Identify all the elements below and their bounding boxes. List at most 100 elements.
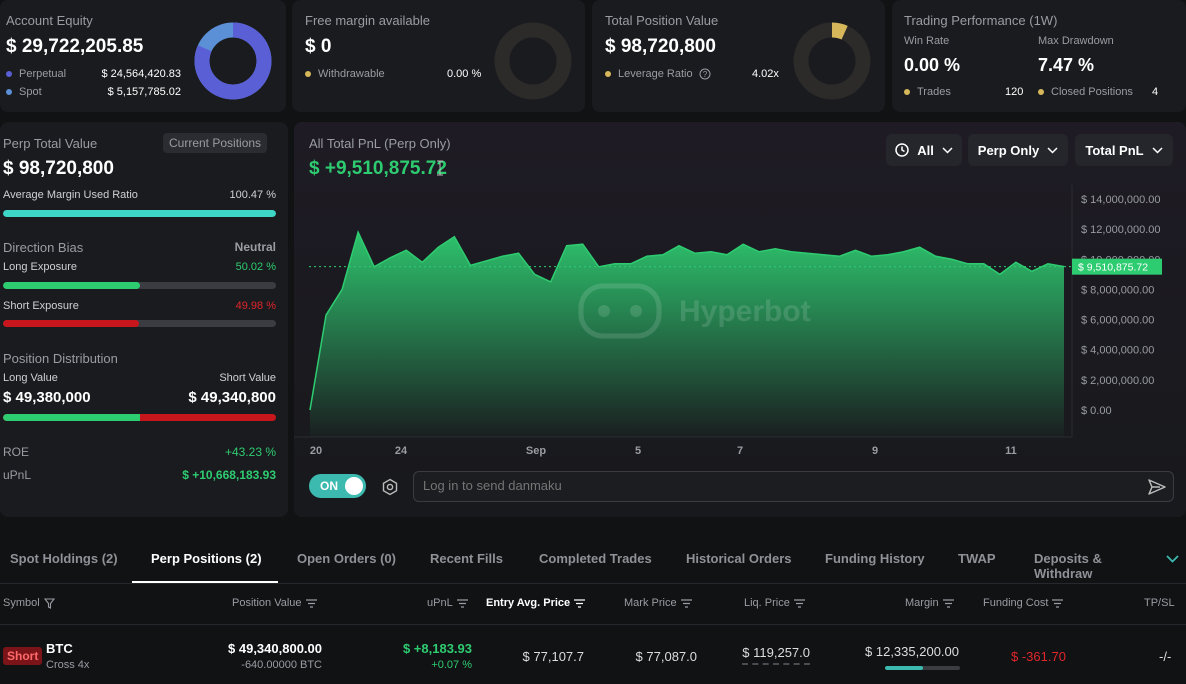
tab-recent-fills[interactable]: Recent Fills — [430, 551, 503, 566]
x-tick-label: 24 — [395, 445, 408, 457]
table-row[interactable]: Short BTC Cross 4x $ 49,340,800.00 -640.… — [0, 626, 1186, 684]
long-exposure-label: Long Exposure — [3, 261, 77, 273]
closed-dot — [1038, 89, 1044, 96]
y-tick-label: $ 8,000,000.00 — [1081, 284, 1154, 296]
col-liq-price-label: Liq. Price — [744, 597, 790, 609]
scope-filter-label: Perp Only — [977, 142, 1040, 158]
row-entry-price: $ 77,107.7 — [522, 649, 584, 664]
avg-margin-bar — [3, 210, 276, 217]
time-filter-label: All — [917, 142, 934, 158]
col-funding-cost[interactable]: Funding Cost — [983, 597, 1064, 609]
y-tick-label: $ 4,000,000.00 — [1081, 345, 1154, 357]
spot-label: Spot — [19, 86, 42, 98]
spot-dot — [6, 89, 12, 96]
upnl-label: uPnL — [3, 468, 32, 482]
tabs-divider — [0, 583, 1186, 584]
distribution-bar — [3, 414, 276, 421]
col-tpsl: TP/SL — [1144, 597, 1175, 609]
tab-historical-orders[interactable]: Historical Orders — [686, 551, 792, 566]
row-position-size: -640.00000 BTC — [241, 659, 322, 671]
pnl-value: $ +9,510,875.72 — [309, 158, 447, 179]
metric-filter-dropdown[interactable]: Total PnL — [1075, 134, 1173, 166]
tab-deposits-withdraw[interactable]: Deposits & Withdraw — [1034, 551, 1154, 581]
perp-value: $ 24,564,420.83 — [101, 68, 181, 80]
danmaku-input-field[interactable] — [423, 478, 1123, 493]
col-entry-price[interactable]: Entry Avg. Price — [486, 597, 586, 609]
row-mode: Cross 4x — [46, 659, 90, 671]
avg-margin-value: 100.47 % — [229, 189, 276, 201]
col-symbol-label: Symbol — [3, 597, 40, 609]
sort-icon — [793, 598, 805, 608]
roe-value: +43.23 % — [224, 445, 276, 459]
tab-open-orders[interactable]: Open Orders (0) — [297, 551, 396, 566]
chevron-down-icon — [1152, 146, 1163, 154]
col-liq-price[interactable]: Liq. Price — [744, 597, 805, 609]
tabs-more-chevron-icon[interactable] — [1166, 555, 1179, 563]
leverage-value: 4.02x — [752, 68, 779, 80]
free-margin-donut — [494, 22, 572, 100]
col-margin-label: Margin — [905, 597, 939, 609]
short-exposure-value: 49.98 % — [235, 300, 276, 312]
y-tick-label: $ 2,000,000.00 — [1081, 375, 1154, 387]
toggle-knob — [345, 477, 363, 495]
row-symbol[interactable]: BTC — [46, 641, 73, 656]
row-margin: $ 12,335,200.00 — [865, 644, 959, 659]
scope-filter-dropdown[interactable]: Perp Only — [968, 134, 1068, 166]
upnl-value: $ +10,668,183.93 — [182, 468, 276, 482]
col-position-value-label: Position Value — [232, 597, 302, 609]
col-mark-price[interactable]: Mark Price — [624, 597, 692, 609]
row-position-value: $ 49,340,800.00 — [228, 641, 322, 656]
equity-card: Account Equity $ 29,722,205.85 Perpetual… — [0, 0, 286, 112]
closed-legend: Closed Positions — [1038, 86, 1133, 98]
time-filter-dropdown[interactable]: All — [886, 134, 962, 166]
current-positions-button[interactable]: Current Positions — [163, 133, 268, 153]
sort-icon — [456, 598, 468, 608]
row-tpsl[interactable]: -/- — [1159, 649, 1171, 664]
x-tick-label: 7 — [737, 445, 743, 457]
perp-total-value: $ 98,720,800 — [3, 158, 114, 179]
settings-icon[interactable] — [381, 478, 399, 496]
y-tick-label: $ 12,000,000.00 — [1081, 224, 1161, 236]
tab-completed-trades[interactable]: Completed Trades — [539, 551, 652, 566]
x-tick-label: 5 — [635, 445, 641, 457]
watermark-text: Hyperbot — [679, 295, 811, 328]
danmaku-toggle[interactable]: ON — [309, 474, 366, 498]
sort-icon — [574, 598, 586, 608]
metric-filter-label: Total PnL — [1085, 142, 1144, 158]
perp-dot — [6, 71, 12, 78]
col-symbol[interactable]: Symbol — [3, 597, 55, 609]
withdrawable-value: 0.00 % — [447, 68, 482, 80]
position-distribution-label: Position Distribution — [3, 351, 118, 366]
text-cursor-icon — [437, 160, 443, 176]
row-mark-price: $ 77,087.0 — [635, 649, 697, 664]
x-tick-label: 11 — [1005, 445, 1017, 457]
tab-twap[interactable]: TWAP — [958, 551, 996, 566]
sort-icon — [305, 598, 317, 608]
tab-funding-history[interactable]: Funding History — [825, 551, 925, 566]
withdrawable-label: Withdrawable — [318, 68, 385, 80]
x-tick-label: Sep — [526, 445, 546, 457]
info-icon[interactable]: ? — [699, 68, 711, 80]
long-exposure-bar — [3, 282, 276, 289]
col-position-value[interactable]: Position Value — [232, 597, 317, 609]
y-tick-label: $ 0.00 — [1081, 405, 1112, 417]
svg-text:?: ? — [702, 70, 707, 79]
direction-bias-value: Neutral — [234, 240, 276, 254]
drawdown-value: 7.47 % — [1038, 55, 1095, 75]
filter-icon — [43, 598, 55, 609]
performance-title: Trading Performance (1W) — [904, 13, 1058, 28]
tab-spot-holdings[interactable]: Spot Holdings (2) — [10, 551, 118, 566]
performance-card: Trading Performance (1W) Win Rate 0.00 %… — [892, 0, 1186, 112]
pnl-title: All Total PnL (Perp Only) — [309, 136, 451, 151]
danmaku-input[interactable] — [413, 471, 1174, 502]
perp-legend: Perpetual — [6, 68, 66, 80]
col-margin[interactable]: Margin — [905, 597, 954, 609]
withdrawable-legend: Withdrawable — [305, 68, 385, 80]
y-tick-label: $ 6,000,000.00 — [1081, 315, 1154, 327]
leverage-label: Leverage Ratio — [618, 68, 693, 80]
tab-perp-positions[interactable]: Perp Positions (2) — [151, 551, 262, 566]
col-upnl[interactable]: uPnL — [427, 597, 468, 609]
send-icon[interactable] — [1147, 477, 1167, 497]
trades-legend: Trades — [904, 86, 951, 98]
sort-icon — [942, 598, 954, 608]
